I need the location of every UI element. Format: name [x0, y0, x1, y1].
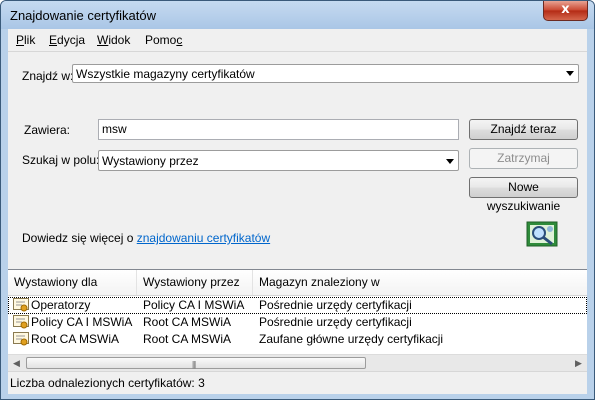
cell-issued-to: Policy CA I MSWiA	[31, 315, 133, 329]
cell-store: Pośrednie urzędy certyfikacji	[259, 298, 412, 312]
find-in-label: Znajdź w:	[22, 69, 74, 83]
contains-input[interactable]	[99, 120, 458, 138]
title-bar[interactable]: Znajdowanie certyfikatów x	[1, 1, 594, 29]
menu-edit[interactable]: Edycja	[49, 33, 85, 47]
table-row[interactable]: Root CA MSWiA Root CA MSWiA Zaufane głów…	[8, 331, 587, 348]
scroll-left-button[interactable]: ◀	[8, 355, 25, 372]
new-search-button[interactable]: Nowe wyszukiwanie	[469, 177, 578, 213]
find-in-value: Wszystkie magazyny certyfikatów	[76, 67, 255, 81]
results-header: Wystawiony dla Wystawiony przez Magazyn …	[8, 270, 587, 296]
learn-more-text: Dowiedz się więcej o znajdowaniu certyfi…	[22, 231, 271, 245]
scroll-thumb[interactable]: |||	[26, 357, 366, 369]
cell-store: Zaufane główne urzędy certyfikacji	[259, 332, 444, 346]
find-certificates-window: Znajdowanie certyfikatów x Plik Edycja W…	[0, 0, 595, 400]
close-icon: x	[561, 2, 570, 17]
cell-store: Pośrednie urzędy certyfikacji	[259, 315, 412, 329]
contains-label: Zawiera:	[24, 123, 71, 137]
search-field-label: Szukaj w polu:	[22, 153, 100, 167]
search-field-dropdown[interactable]: Wystawiony przez	[98, 150, 459, 171]
results-list[interactable]: Wystawiony dla Wystawiony przez Magazyn …	[8, 269, 587, 372]
chevron-down-icon	[566, 71, 574, 76]
cell-issued-by: Policy CA I MSWiA	[143, 298, 245, 312]
close-button[interactable]: x	[543, 1, 588, 21]
cell-issued-by: Root CA MSWiA	[143, 332, 232, 346]
cell-issued-to: Root CA MSWiA	[31, 332, 120, 346]
cell-issued-by: Root CA MSWiA	[143, 315, 232, 329]
menu-file[interactable]: Plik	[16, 33, 35, 47]
certificate-icon	[13, 315, 29, 329]
table-row[interactable]: Policy CA I MSWiA Root CA MSWiA Pośredni…	[8, 314, 587, 331]
search-certificate-icon	[526, 221, 558, 247]
find-in-dropdown[interactable]: Wszystkie magazyny certyfikatów	[72, 64, 579, 83]
certificate-icon	[13, 298, 29, 312]
cell-issued-to: Operatorzy	[31, 298, 91, 312]
find-now-button[interactable]: Znajdź teraz	[469, 119, 578, 140]
menu-help[interactable]: Pomoc	[145, 33, 182, 47]
column-header-issued-by[interactable]: Wystawiony przez	[137, 270, 253, 295]
menu-view[interactable]: Widok	[97, 33, 130, 47]
status-bar: Liczba odnalezionych certyfikatów: 3	[8, 371, 587, 394]
chevron-left-icon: ◀	[13, 358, 20, 368]
column-header-issued-to[interactable]: Wystawiony dla	[8, 270, 137, 295]
window-title: Znajdowanie certyfikatów	[10, 8, 156, 23]
horizontal-scrollbar[interactable]: ◀ ||| ▶	[8, 354, 587, 372]
menu-bar: Plik Edycja Widok Pomoc	[8, 29, 587, 52]
search-field-value: Wystawiony przez	[102, 154, 199, 168]
grip-icon: |||	[192, 360, 196, 369]
learn-more-link[interactable]: znajdowaniu certyfikatów	[137, 231, 270, 245]
dialog-client-area: Plik Edycja Widok Pomoc Znajdź w: Wszyst…	[8, 29, 587, 394]
chevron-down-icon	[446, 159, 454, 164]
contains-input-box[interactable]	[98, 119, 459, 140]
column-header-store[interactable]: Magazyn znaleziony w	[253, 270, 587, 295]
table-row[interactable]: Operatorzy Policy CA I MSWiA Pośrednie u…	[8, 297, 587, 314]
status-text: Liczba odnalezionych certyfikatów: 3	[10, 376, 205, 390]
stop-button[interactable]: Zatrzymaj	[469, 148, 578, 169]
chevron-right-icon: ▶	[575, 358, 582, 368]
scroll-right-button[interactable]: ▶	[570, 355, 587, 372]
certificate-icon	[13, 332, 29, 346]
